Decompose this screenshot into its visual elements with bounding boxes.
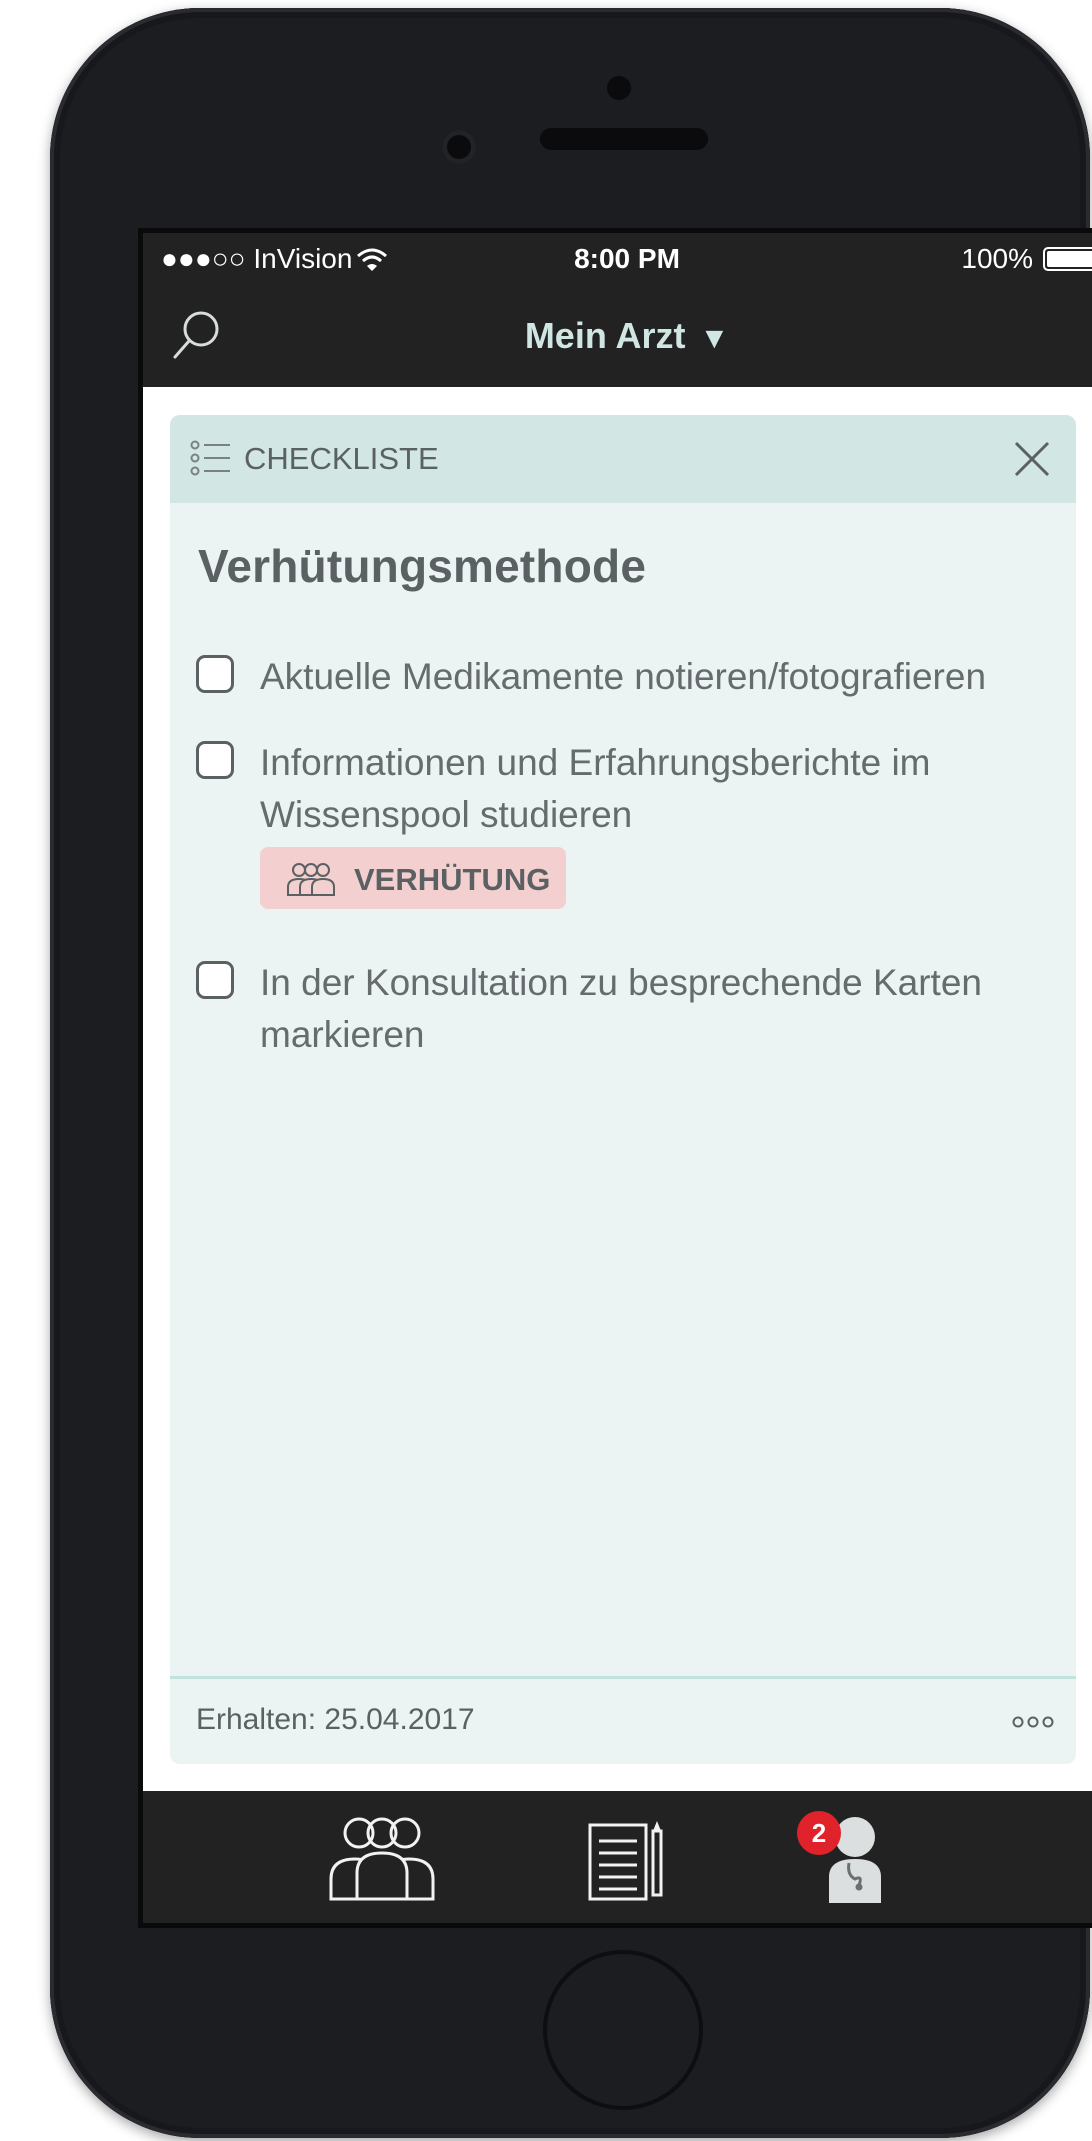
status-time: 8:00 PM (574, 243, 680, 274)
nav-bar: Mein Arzt ▼ (143, 281, 1092, 387)
status-bar: ●●●○○ InVision 8:00 PM 100% (143, 233, 1092, 281)
nav-title-label: Mein Arzt (524, 315, 686, 356)
battery-icon (1043, 247, 1092, 271)
front-camera (442, 130, 476, 164)
checkbox[interactable] (196, 655, 234, 693)
card-type-label: CHECKLISTE (244, 441, 439, 476)
card-footer: Erhalten: 25.04.2017 (170, 1676, 1076, 1764)
earpiece-speaker (540, 128, 708, 150)
home-button[interactable] (543, 1950, 703, 2110)
group-icon (287, 863, 335, 896)
nav-title-dropdown[interactable]: Mein Arzt ▼ (143, 315, 1092, 357)
received-date: Erhalten: 25.04.2017 (196, 1703, 475, 1736)
checkbox[interactable] (196, 741, 234, 779)
close-icon[interactable] (1012, 439, 1052, 479)
tab-bar: 2 (143, 1791, 1092, 1923)
tab-community[interactable] (327, 1811, 437, 1903)
card-header: CHECKLISTE (170, 415, 1076, 503)
caret-down-icon: ▼ (699, 322, 730, 355)
card-title: Verhütungsmethode (198, 540, 647, 592)
phone-frame: ●●●○○ InVision 8:00 PM 100% Mein Arzt ▼ (50, 8, 1092, 2138)
checklist-item-text: Informationen und Erfahrungsberichte im … (260, 742, 931, 835)
checklist-icon (190, 440, 230, 476)
battery-percent: 100% (961, 243, 1033, 274)
more-icon[interactable] (1012, 1715, 1054, 1729)
checklist-card: CHECKLISTE Verhütungsmethode Aktuelle Me… (170, 415, 1076, 1764)
checklist-item-text: In der Konsultation zu besprechende Kart… (260, 962, 982, 1055)
tab-doctor[interactable]: 2 (797, 1811, 891, 1903)
battery-indicator: 100% (961, 243, 1092, 275)
proximity-sensor (607, 76, 631, 100)
checklist-item-text: Aktuelle Medikamente notieren/fotografie… (260, 656, 987, 697)
screen: ●●●○○ InVision 8:00 PM 100% Mein Arzt ▼ (138, 228, 1092, 1928)
checkbox[interactable] (196, 961, 234, 999)
notification-badge: 2 (797, 1811, 841, 1855)
tab-notes[interactable] (587, 1811, 667, 1903)
topic-tag[interactable]: VERHÜTUNG (260, 847, 566, 909)
tag-label: VERHÜTUNG (354, 862, 551, 897)
